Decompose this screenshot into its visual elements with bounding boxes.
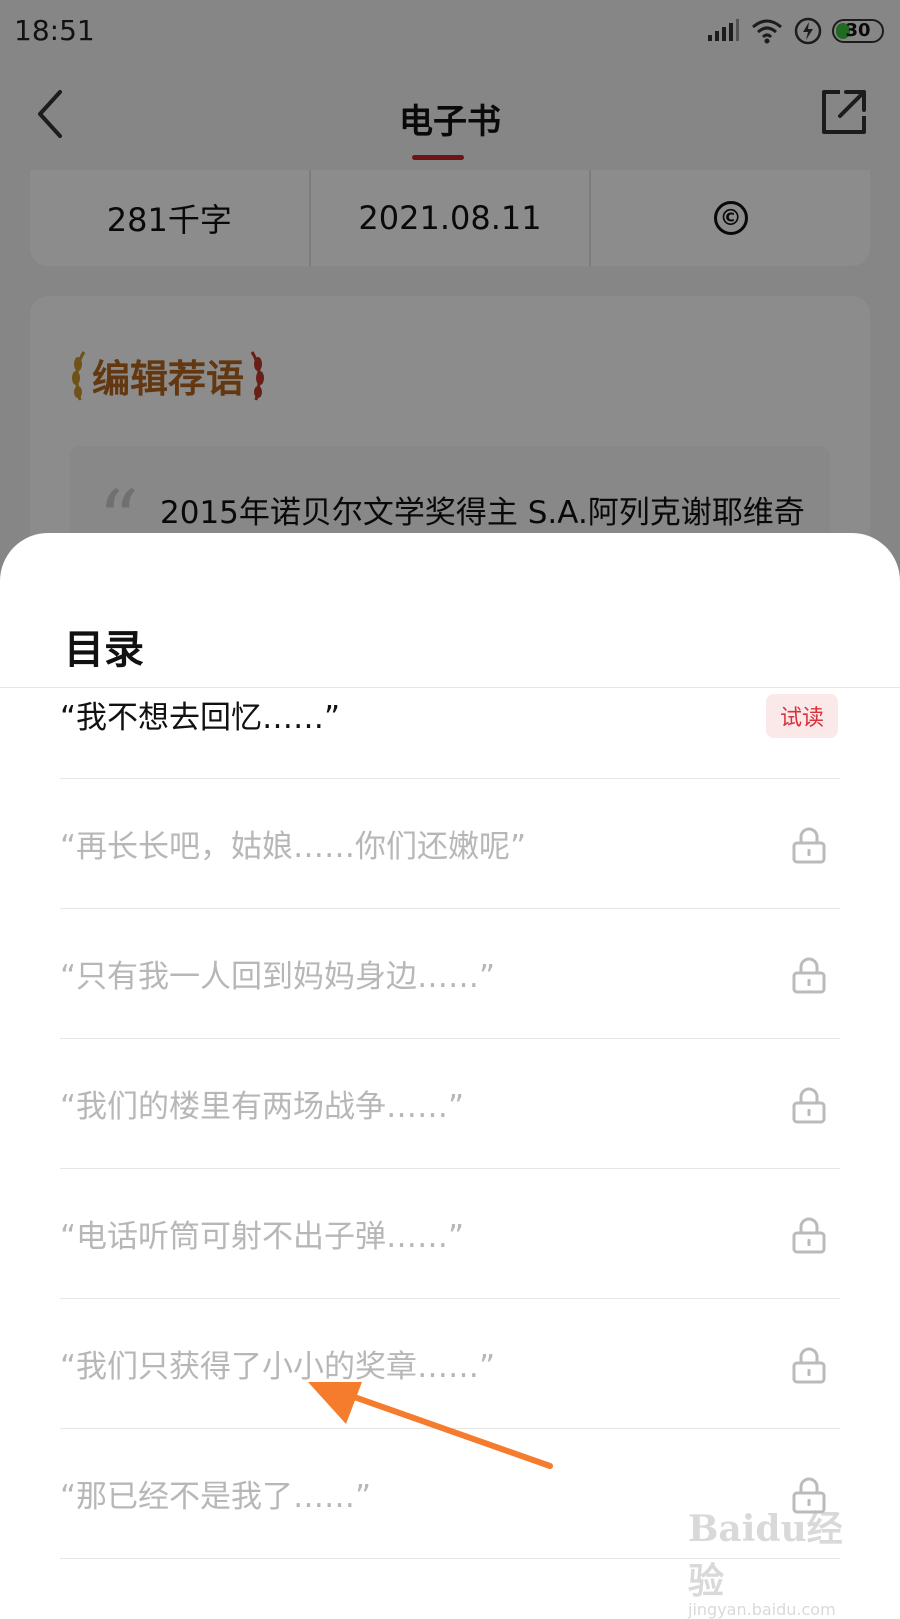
toc-item-label: “我不想去回忆……” — [60, 700, 341, 736]
lock-icon — [792, 1217, 826, 1253]
watermark-logo: Baidu经验 — [688, 1508, 843, 1602]
toc-item-label: “电话听筒可射不出子弹……” — [60, 1219, 465, 1255]
lock-icon — [792, 827, 826, 863]
toc-item[interactable]: “我们的楼里有两场战争……” — [60, 1039, 840, 1169]
annotation-arrow-icon — [308, 1382, 553, 1469]
toc-item-label: “我们的楼里有两场战争……” — [60, 1089, 465, 1125]
lock-icon — [792, 1087, 826, 1123]
toc-item[interactable]: “电话听筒可射不出子弹……” — [60, 1169, 840, 1299]
lock-icon — [792, 1347, 826, 1383]
toc-title: 目录 — [64, 627, 144, 673]
trial-badge: 试读 — [765, 694, 838, 738]
toc-item[interactable]: “只有我一人回到妈妈身边……” — [60, 909, 840, 1039]
toc-item[interactable]: “我不想去回忆……” 试读 — [60, 688, 840, 779]
baidu-watermark: Baidu经验 jingyan.baidu.com — [688, 1500, 868, 1619]
watermark-url: jingyan.baidu.com — [688, 1600, 836, 1619]
toc-item-label: “再长长吧，姑娘……你们还嫩呢” — [60, 829, 527, 865]
toc-item[interactable]: “再长长吧，姑娘……你们还嫩呢” — [60, 779, 840, 909]
lock-icon — [792, 957, 826, 993]
toc-item-label: “只有我一人回到妈妈身边……” — [60, 959, 496, 995]
